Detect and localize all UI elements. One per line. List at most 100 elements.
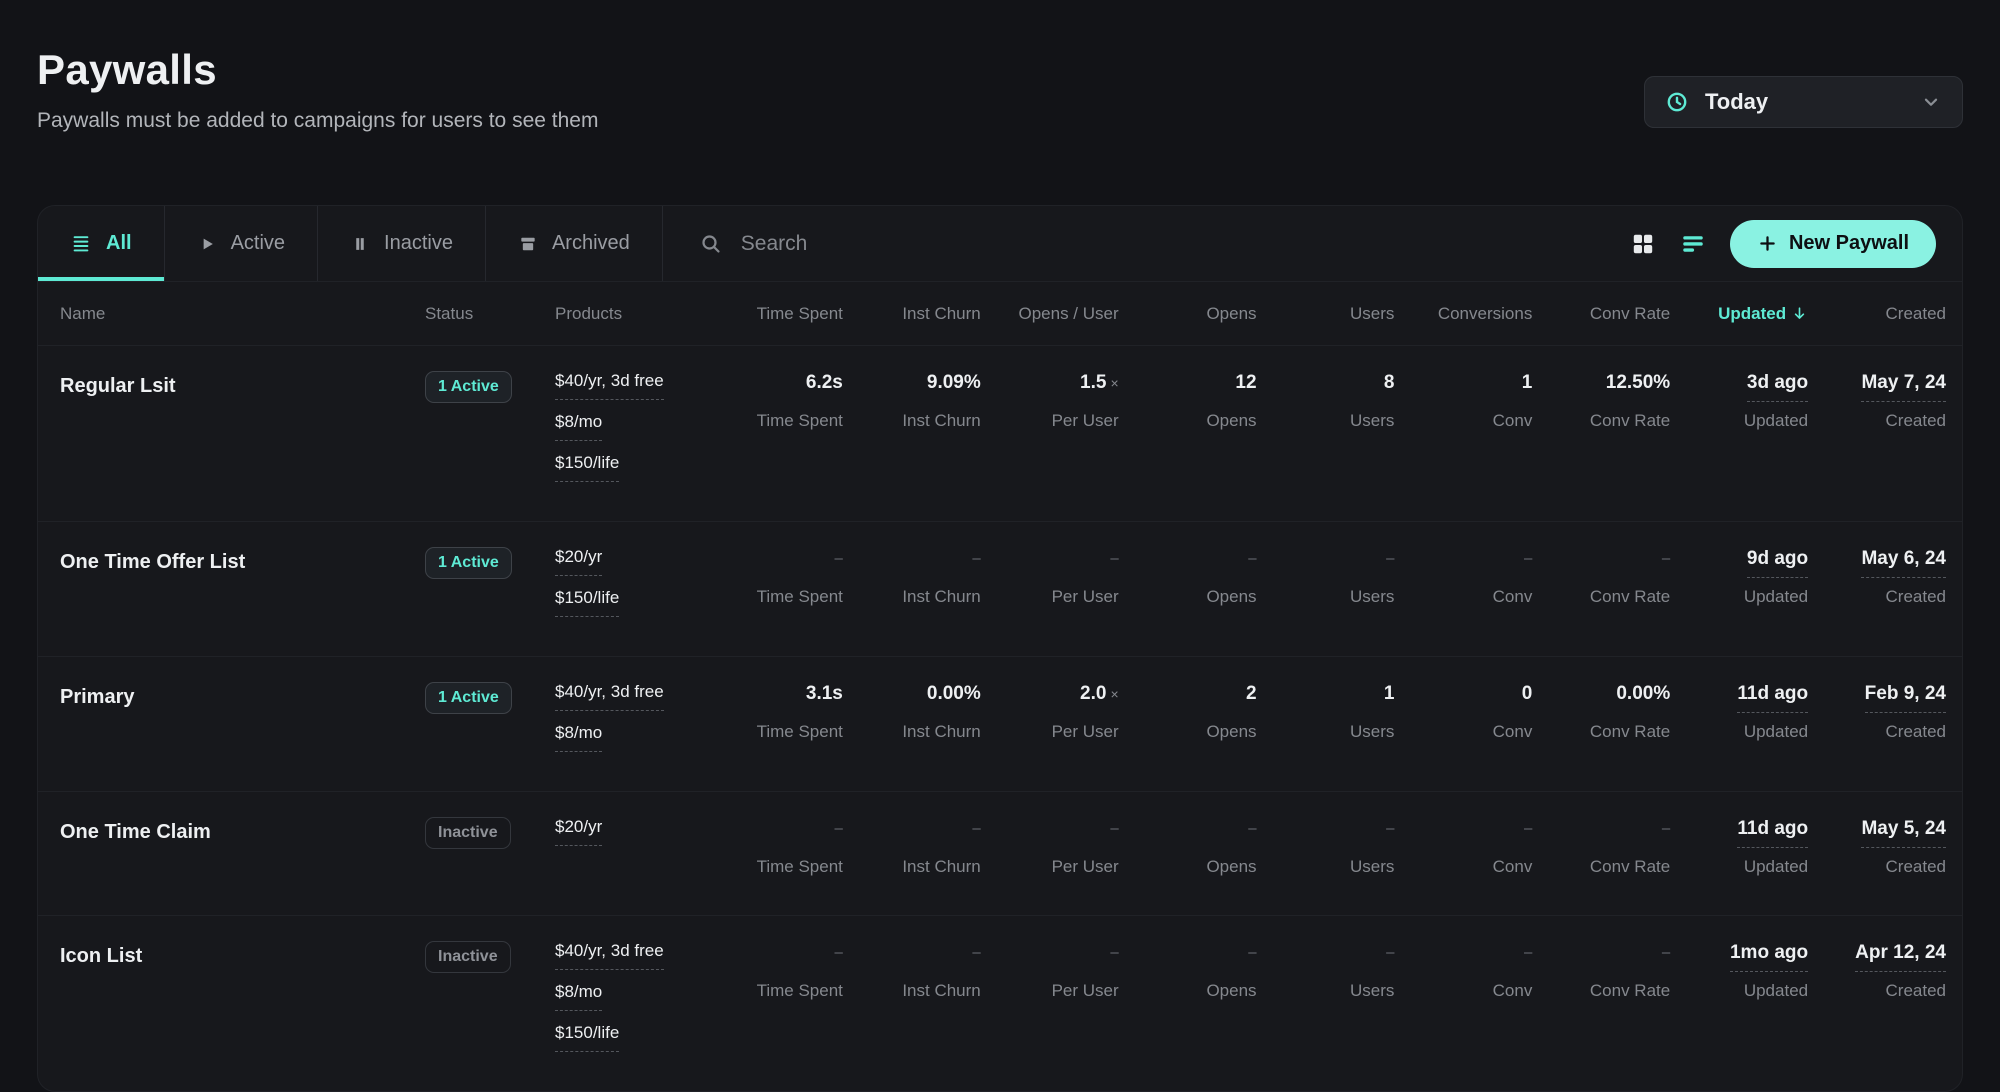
metric-label: Conv bbox=[1493, 587, 1533, 607]
column-header-time-spent[interactable]: Time Spent bbox=[705, 304, 843, 324]
metric-label: Conv bbox=[1493, 857, 1533, 877]
metric-value: – bbox=[1386, 817, 1394, 848]
metric-conv-rate: 12.50%Conv Rate bbox=[1532, 371, 1670, 431]
product-price: $20/yr bbox=[555, 817, 602, 846]
created-cell: May 7, 24Created bbox=[1808, 371, 1946, 431]
tab-inactive[interactable]: Inactive bbox=[318, 206, 486, 281]
table-row[interactable]: Primary1 Active$40/yr, 3d free$8/mo3.1sT… bbox=[38, 657, 1962, 792]
status-badge: 1 Active bbox=[425, 547, 512, 579]
search-input[interactable] bbox=[741, 232, 1161, 256]
metric-label: Created bbox=[1886, 722, 1946, 742]
period-selector[interactable]: Today bbox=[1644, 76, 1963, 128]
table-row[interactable]: Regular Lsit1 Active$40/yr, 3d free$8/mo… bbox=[38, 346, 1962, 522]
metric-value: 2.0× bbox=[1080, 682, 1119, 713]
list-view-button[interactable] bbox=[1680, 231, 1706, 257]
metric-label: Inst Churn bbox=[902, 857, 980, 877]
products-cell: $20/yr bbox=[555, 817, 705, 858]
metric-label: Time Spent bbox=[757, 857, 843, 877]
metric-conv: – Conv bbox=[1394, 547, 1532, 607]
column-header-status[interactable]: Status bbox=[425, 304, 555, 324]
metric-label: Conv Rate bbox=[1590, 411, 1670, 431]
metric-label: Users bbox=[1350, 587, 1394, 607]
metric-label: Inst Churn bbox=[902, 587, 980, 607]
metric-value: 1.5× bbox=[1080, 371, 1119, 402]
view-toggle-group bbox=[1630, 231, 1706, 257]
metric-label: Users bbox=[1350, 981, 1394, 1001]
metric-inst-churn: 0.00%Inst Churn bbox=[843, 682, 981, 742]
product-price: $40/yr, 3d free bbox=[555, 682, 664, 711]
status-badge: Inactive bbox=[425, 941, 511, 973]
chevron-down-icon bbox=[1920, 91, 1942, 113]
column-label: Opens bbox=[1206, 304, 1256, 323]
metric-label: Per User bbox=[1052, 857, 1119, 877]
updated-value: 11d ago bbox=[1737, 817, 1808, 848]
column-label: Conversions bbox=[1438, 304, 1533, 323]
metric-value: – bbox=[1110, 817, 1118, 848]
metric-label: Created bbox=[1886, 857, 1946, 877]
column-header-created[interactable]: Created bbox=[1808, 304, 1946, 324]
metric-label: Updated bbox=[1744, 587, 1808, 607]
metric-conv: –Conv bbox=[1394, 941, 1532, 1001]
metric-label: Opens bbox=[1206, 411, 1256, 431]
metric-label: Users bbox=[1350, 857, 1394, 877]
metric-value: 3.1s bbox=[806, 682, 843, 713]
status-cell: Inactive bbox=[425, 941, 555, 973]
updated-value: 9d ago bbox=[1747, 547, 1808, 578]
tab-label: Archived bbox=[552, 232, 630, 255]
table-row[interactable]: One Time ClaimInactive$20/yr–Time Spent–… bbox=[38, 792, 1962, 916]
tab-label: All bbox=[106, 232, 132, 255]
table-row[interactable]: Icon ListInactive$40/yr, 3d free$8/mo$15… bbox=[38, 916, 1962, 1091]
metric-label: Per User bbox=[1052, 722, 1119, 742]
metric-conv-rate: 0.00%Conv Rate bbox=[1532, 682, 1670, 742]
list-view-icon bbox=[1680, 231, 1706, 257]
column-header-users[interactable]: Users bbox=[1257, 304, 1395, 324]
metric-opens: –Opens bbox=[1119, 817, 1257, 877]
paywall-name: Regular Lsit bbox=[60, 371, 425, 398]
status-badge: 1 Active bbox=[425, 682, 512, 714]
column-label: Name bbox=[60, 304, 105, 323]
column-header-opens[interactable]: Opens bbox=[1119, 304, 1257, 324]
metric-per-user: –Per User bbox=[981, 547, 1119, 607]
metric-label: Conv bbox=[1493, 722, 1533, 742]
metric-value: – bbox=[1662, 547, 1670, 578]
column-header-opens-user[interactable]: Opens / User bbox=[981, 304, 1119, 324]
toolbar: All Active Inactive Archived New Paywall bbox=[38, 206, 1962, 282]
column-header-inst-churn[interactable]: Inst Churn bbox=[843, 304, 981, 324]
products-cell: $20/yr$150/life bbox=[555, 547, 705, 629]
new-paywall-label: New Paywall bbox=[1789, 232, 1909, 255]
tab-label: Active bbox=[231, 232, 285, 255]
tab-label: Inactive bbox=[384, 232, 453, 255]
metric-opens: –Opens bbox=[1119, 941, 1257, 1001]
table-row[interactable]: One Time Offer List1 Active$20/yr$150/li… bbox=[38, 522, 1962, 657]
metric-users: 1Users bbox=[1257, 682, 1395, 742]
table-body: Regular Lsit 1 Active $40/yr, 3d free $8/mo… bbox=[38, 346, 1962, 1091]
column-header-conversions[interactable]: Conversions bbox=[1394, 304, 1532, 324]
metric-label: Opens bbox=[1206, 722, 1256, 742]
table-header-row: NameStatusProductsTime SpentInst ChurnOp… bbox=[38, 282, 1962, 346]
column-header-name[interactable]: Name bbox=[60, 304, 425, 324]
tab-all[interactable]: All bbox=[38, 206, 165, 281]
created-cell: May 5, 24Created bbox=[1808, 817, 1946, 877]
new-paywall-button[interactable]: New Paywall bbox=[1730, 220, 1936, 268]
metric-value: 9.09% bbox=[927, 371, 981, 402]
product-price: $8/mo bbox=[555, 723, 602, 752]
metric-value: – bbox=[1524, 547, 1532, 578]
toolbar-right: New Paywall bbox=[1630, 206, 1962, 281]
metric-label: Updated bbox=[1744, 722, 1808, 742]
column-header-products[interactable]: Products bbox=[555, 304, 705, 324]
column-header-updated[interactable]: Updated bbox=[1670, 304, 1808, 324]
metric-label: Inst Churn bbox=[902, 722, 980, 742]
grid-view-button[interactable] bbox=[1630, 231, 1656, 257]
products-cell: $40/yr, 3d free $8/mo bbox=[555, 682, 705, 764]
status-badge: Inactive bbox=[425, 817, 511, 849]
tab-active[interactable]: Active bbox=[165, 206, 318, 281]
updated-value: 11d ago bbox=[1737, 682, 1808, 713]
metric-inst-churn: –Inst Churn bbox=[843, 817, 981, 877]
tab-archived[interactable]: Archived bbox=[486, 206, 663, 281]
updated-cell: 3d agoUpdated bbox=[1670, 371, 1808, 431]
metric-opens: 2Opens bbox=[1119, 682, 1257, 742]
created-value: May 7, 24 bbox=[1861, 371, 1946, 402]
column-header-conv-rate[interactable]: Conv Rate bbox=[1532, 304, 1670, 324]
created-cell: Apr 12, 24Created bbox=[1808, 941, 1946, 1001]
metric-label: Updated bbox=[1744, 857, 1808, 877]
